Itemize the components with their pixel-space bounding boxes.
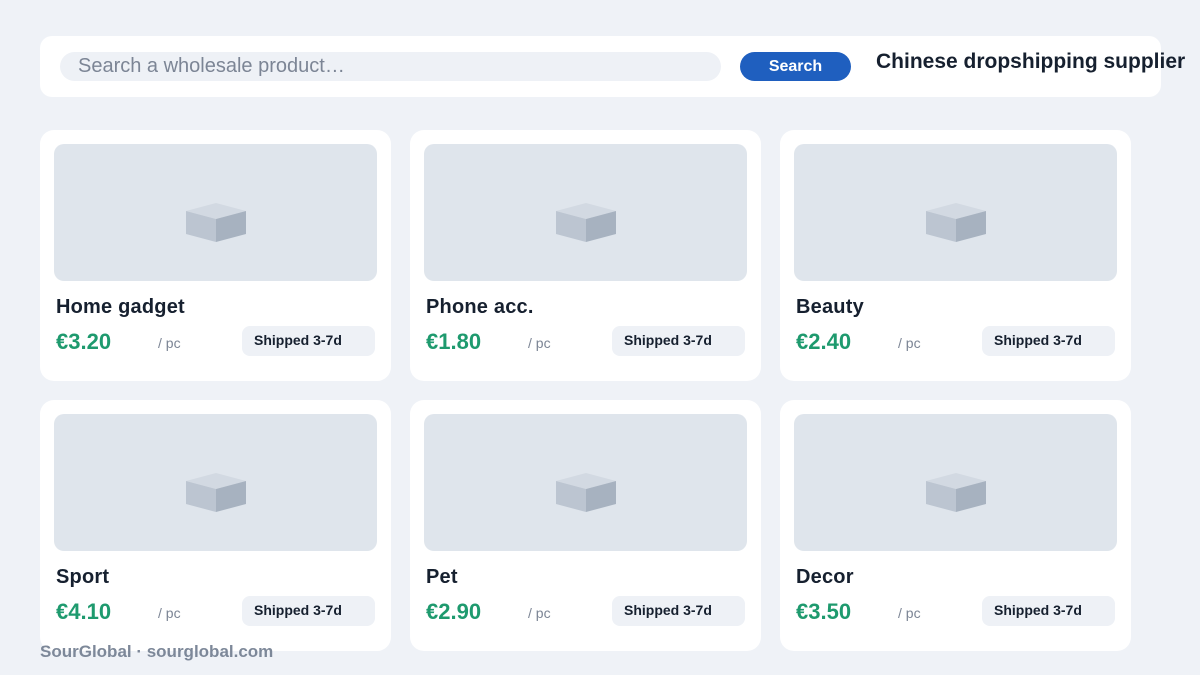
price-unit: / pc (158, 605, 181, 621)
shipping-badge: Shipped 3-7d (242, 596, 375, 626)
product-name: Home gadget (56, 296, 185, 318)
search-input[interactable] (60, 52, 721, 81)
box-icon (556, 473, 616, 512)
product-image-placeholder (54, 414, 377, 551)
price-unit: / pc (528, 335, 551, 351)
box-icon (926, 203, 986, 242)
footer-brand: SourGlobal · sourglobal.com (40, 642, 274, 661)
product-card-pet[interactable]: Pet €2.90 / pc Shipped 3-7d (410, 400, 761, 651)
shipping-badge: Shipped 3-7d (982, 596, 1115, 626)
shipping-badge: Shipped 3-7d (242, 326, 375, 356)
product-card-home-gadget[interactable]: Home gadget €3.20 / pc Shipped 3-7d (40, 130, 391, 381)
product-name: Pet (426, 566, 458, 588)
price-unit: / pc (528, 605, 551, 621)
product-price: €2.40 (796, 329, 852, 354)
box-icon (186, 203, 246, 242)
product-price: €4.10 (56, 599, 112, 624)
page-tagline: Chinese dropshipping supplier (876, 50, 1186, 73)
product-image-placeholder (424, 144, 747, 281)
product-card-phone-acc[interactable]: Phone acc. €1.80 / pc Shipped 3-7d (410, 130, 761, 381)
shipping-badge: Shipped 3-7d (982, 326, 1115, 356)
product-image-placeholder (794, 414, 1117, 551)
shipping-badge: Shipped 3-7d (612, 326, 745, 356)
product-card-beauty[interactable]: Beauty €2.40 / pc Shipped 3-7d (780, 130, 1131, 381)
product-name: Beauty (796, 296, 864, 318)
price-unit: / pc (898, 605, 921, 621)
price-unit: / pc (158, 335, 181, 351)
product-price: €2.90 (426, 599, 482, 624)
box-icon (186, 473, 246, 512)
product-price: €1.80 (426, 329, 482, 354)
product-card-decor[interactable]: Decor €3.50 / pc Shipped 3-7d (780, 400, 1131, 651)
page: Search Chinese dropshipping supplier Hom… (0, 0, 1200, 675)
product-price: €3.50 (796, 599, 852, 624)
shipping-badge: Shipped 3-7d (612, 596, 745, 626)
product-name: Sport (56, 566, 110, 588)
box-icon (556, 203, 616, 242)
search-bar: Search Chinese dropshipping supplier (40, 36, 1185, 97)
box-icon (926, 473, 986, 512)
product-image-placeholder (54, 144, 377, 281)
product-name: Decor (796, 566, 854, 588)
product-name: Phone acc. (426, 296, 534, 318)
product-image-placeholder (794, 144, 1117, 281)
product-image-placeholder (424, 414, 747, 551)
product-card-sport[interactable]: Sport €4.10 / pc Shipped 3-7d (40, 400, 391, 651)
product-price: €3.20 (56, 329, 112, 354)
search-button[interactable]: Search (740, 52, 851, 81)
price-unit: / pc (898, 335, 921, 351)
